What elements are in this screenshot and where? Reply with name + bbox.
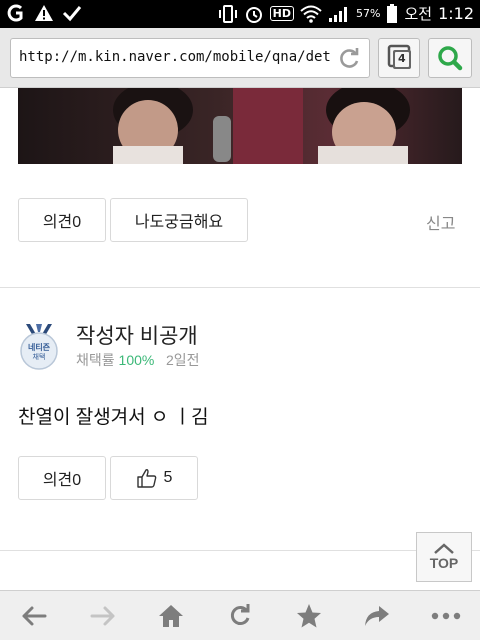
nav-forward[interactable] <box>83 596 123 636</box>
status-bar: HD 57% 오전 1:12 <box>0 0 480 28</box>
share-arrow-icon <box>365 605 390 626</box>
arrow-right-icon <box>90 606 115 625</box>
vibrate-icon <box>218 4 237 23</box>
scroll-top-label: TOP <box>429 555 459 571</box>
hd-badge: HD <box>269 6 294 21</box>
like-button[interactable]: 5 <box>110 456 198 500</box>
question-opinion-button[interactable]: 의견0 <box>18 198 106 242</box>
status-time: 1:12 <box>438 4 474 23</box>
url-text[interactable]: http://m.kin.naver.com/mobile/qna/det <box>19 49 331 65</box>
like-count: 5 <box>163 469 173 486</box>
scroll-top-button[interactable]: TOP <box>416 532 472 582</box>
me-too-curious-button[interactable]: 나도궁금해요 <box>110 198 248 242</box>
section-divider <box>0 287 480 288</box>
check-icon <box>62 6 82 22</box>
nav-refresh[interactable] <box>220 596 260 636</box>
battery-icon <box>387 3 398 23</box>
answer-time: 2일전 <box>166 352 200 368</box>
battery-percent: 57% <box>356 7 381 20</box>
bottom-navigation <box>0 590 480 640</box>
nav-back[interactable] <box>14 596 54 636</box>
section-divider-bottom <box>0 550 480 551</box>
nav-more[interactable] <box>426 596 466 636</box>
badge-bottom-text: 채택 <box>33 352 46 361</box>
answer-opinion-button[interactable]: 의견0 <box>18 456 106 500</box>
more-dots-icon <box>431 612 460 619</box>
answer-author: 작성자 비공개 <box>76 325 198 348</box>
address-bar[interactable]: http://m.kin.naver.com/mobile/qna/det <box>10 38 370 78</box>
question-image <box>18 88 462 164</box>
adoption-rate-value: 100% <box>118 352 155 368</box>
alarm-icon <box>245 6 262 23</box>
refresh-icon <box>230 603 250 625</box>
home-icon <box>159 604 184 627</box>
star-icon <box>296 603 321 627</box>
adoption-rate-label: 채택률 <box>76 352 115 368</box>
wifi-icon <box>300 5 322 23</box>
search-icon <box>438 46 463 71</box>
reload-icon[interactable] <box>335 45 363 73</box>
nav-bookmark[interactable] <box>289 596 329 636</box>
search-button[interactable] <box>428 38 472 78</box>
browser-toolbar: http://m.kin.naver.com/mobile/qna/det 4 <box>0 28 480 88</box>
report-link[interactable]: 신고 <box>426 210 455 234</box>
app-notification-icon <box>7 4 23 22</box>
badge-top-text: 네티즌 <box>28 342 51 352</box>
answer-content: 찬열이 잘생겨서 ㅇ ㅣ김 <box>18 407 209 428</box>
chevron-up-icon <box>434 543 454 554</box>
tabs-button[interactable]: 4 <box>378 38 420 78</box>
answer-meta: 채택률 100% 2일전 <box>76 350 200 370</box>
status-ampm: 오전 <box>404 5 433 23</box>
nav-share[interactable] <box>357 596 397 636</box>
arrow-left-icon <box>22 606 47 625</box>
thumbs-up-icon <box>136 469 156 488</box>
nav-home[interactable] <box>151 596 191 636</box>
signal-icon <box>329 6 347 22</box>
tab-count: 4 <box>398 52 406 65</box>
warning-icon <box>35 5 53 21</box>
netizen-adopted-badge: 네티즌 채택 <box>20 324 58 370</box>
